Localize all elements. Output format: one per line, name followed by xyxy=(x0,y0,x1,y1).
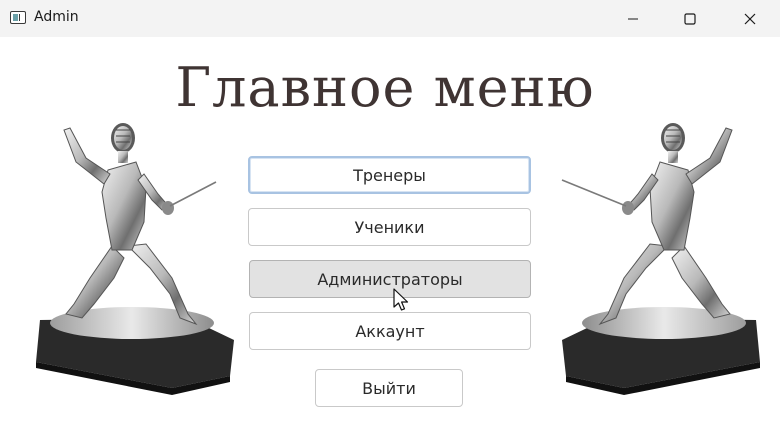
mouse-cursor-icon xyxy=(393,288,409,311)
administrators-button[interactable]: Администраторы xyxy=(249,260,531,298)
fencer-statue-right xyxy=(561,123,760,395)
students-button[interactable]: Ученики xyxy=(248,208,531,246)
fencer-statue-left xyxy=(36,123,234,395)
page-title: Главное меню xyxy=(175,56,595,119)
title-bar[interactable]: Admin xyxy=(0,0,780,37)
app-window-icon xyxy=(10,11,26,24)
trainers-button[interactable]: Тренеры xyxy=(248,156,531,194)
exit-button[interactable]: Выйти xyxy=(315,369,463,407)
close-icon xyxy=(744,13,756,24)
window-title: Admin xyxy=(34,9,79,25)
maximize-button[interactable] xyxy=(667,0,713,37)
app-window: Admin Главное меню Тренеры Ученики Админ… xyxy=(0,0,780,447)
account-button[interactable]: Аккаунт xyxy=(249,312,531,350)
maximize-icon xyxy=(684,12,696,25)
close-button[interactable] xyxy=(727,0,773,37)
minimize-icon xyxy=(628,18,638,19)
minimize-button[interactable] xyxy=(610,0,656,37)
